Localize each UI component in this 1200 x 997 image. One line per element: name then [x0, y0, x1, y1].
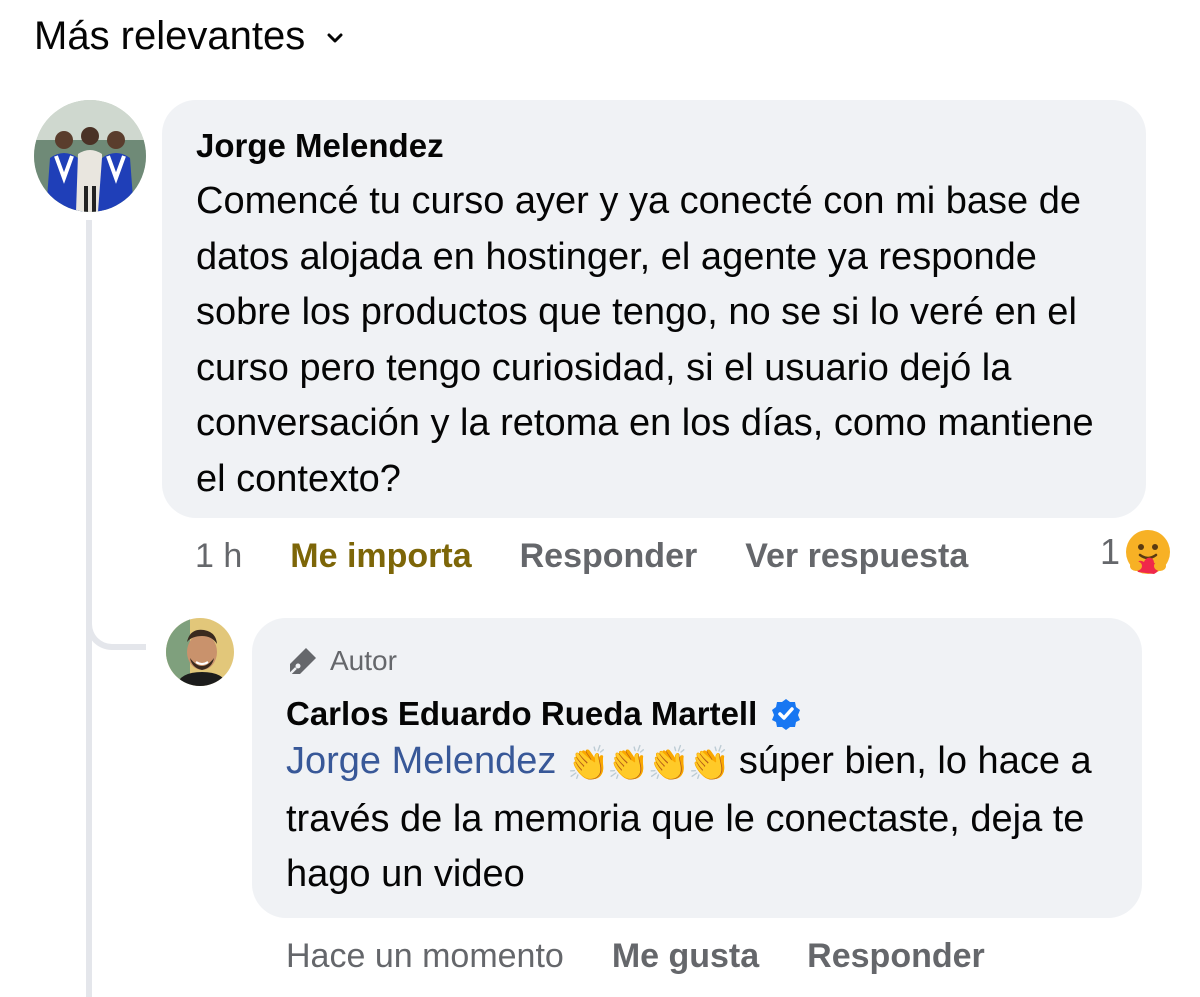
author-badge: Autor: [286, 644, 1108, 678]
reply-button[interactable]: Responder: [807, 937, 985, 976]
reply-text: Jorge Melendez 👏👏👏👏 súper bien, lo hace …: [286, 734, 1108, 902]
reaction-count: 1: [1100, 531, 1121, 572]
reply-actions: Hace un momento Me gusta Responder: [286, 930, 1033, 982]
care-reaction-icon: [1124, 528, 1172, 576]
verified-badge-icon: [769, 697, 803, 731]
clapping-hands-emoji: 👏👏👏👏: [566, 745, 730, 783]
avatar[interactable]: [166, 618, 234, 686]
view-replies-button[interactable]: Ver respuesta: [745, 537, 968, 576]
sort-label: Más relevantes: [34, 14, 306, 58]
sort-dropdown[interactable]: Más relevantes: [34, 14, 343, 59]
reply-bubble: Autor Carlos Eduardo Rueda Martell Jorge…: [252, 618, 1142, 918]
comment-actions: 1 h Me importa Responder Ver respuesta: [195, 530, 1016, 582]
reaction-summary[interactable]: 1: [1100, 528, 1172, 576]
mention-link[interactable]: Jorge Melendez: [286, 740, 556, 782]
comment-text: Comencé tu curso ayer y ya conecté con m…: [196, 180, 1094, 500]
thread-branch-line: [86, 580, 146, 650]
comment-bubble: Jorge Melendez Comencé tu curso ayer y y…: [162, 100, 1146, 518]
comment-timestamp[interactable]: 1 h: [195, 537, 242, 576]
pen-icon: [286, 644, 320, 678]
comment-author[interactable]: Jorge Melendez: [196, 126, 1112, 166]
care-reaction-button[interactable]: Me importa: [290, 537, 471, 576]
reply-timestamp[interactable]: Hace un momento: [286, 937, 564, 976]
chevron-down-icon: [327, 31, 343, 49]
avatar[interactable]: [34, 100, 146, 212]
author-badge-label: Autor: [330, 645, 397, 676]
reply-author[interactable]: Carlos Eduardo Rueda Martell: [286, 694, 757, 734]
like-button[interactable]: Me gusta: [612, 937, 759, 976]
reply-button[interactable]: Responder: [520, 537, 698, 576]
